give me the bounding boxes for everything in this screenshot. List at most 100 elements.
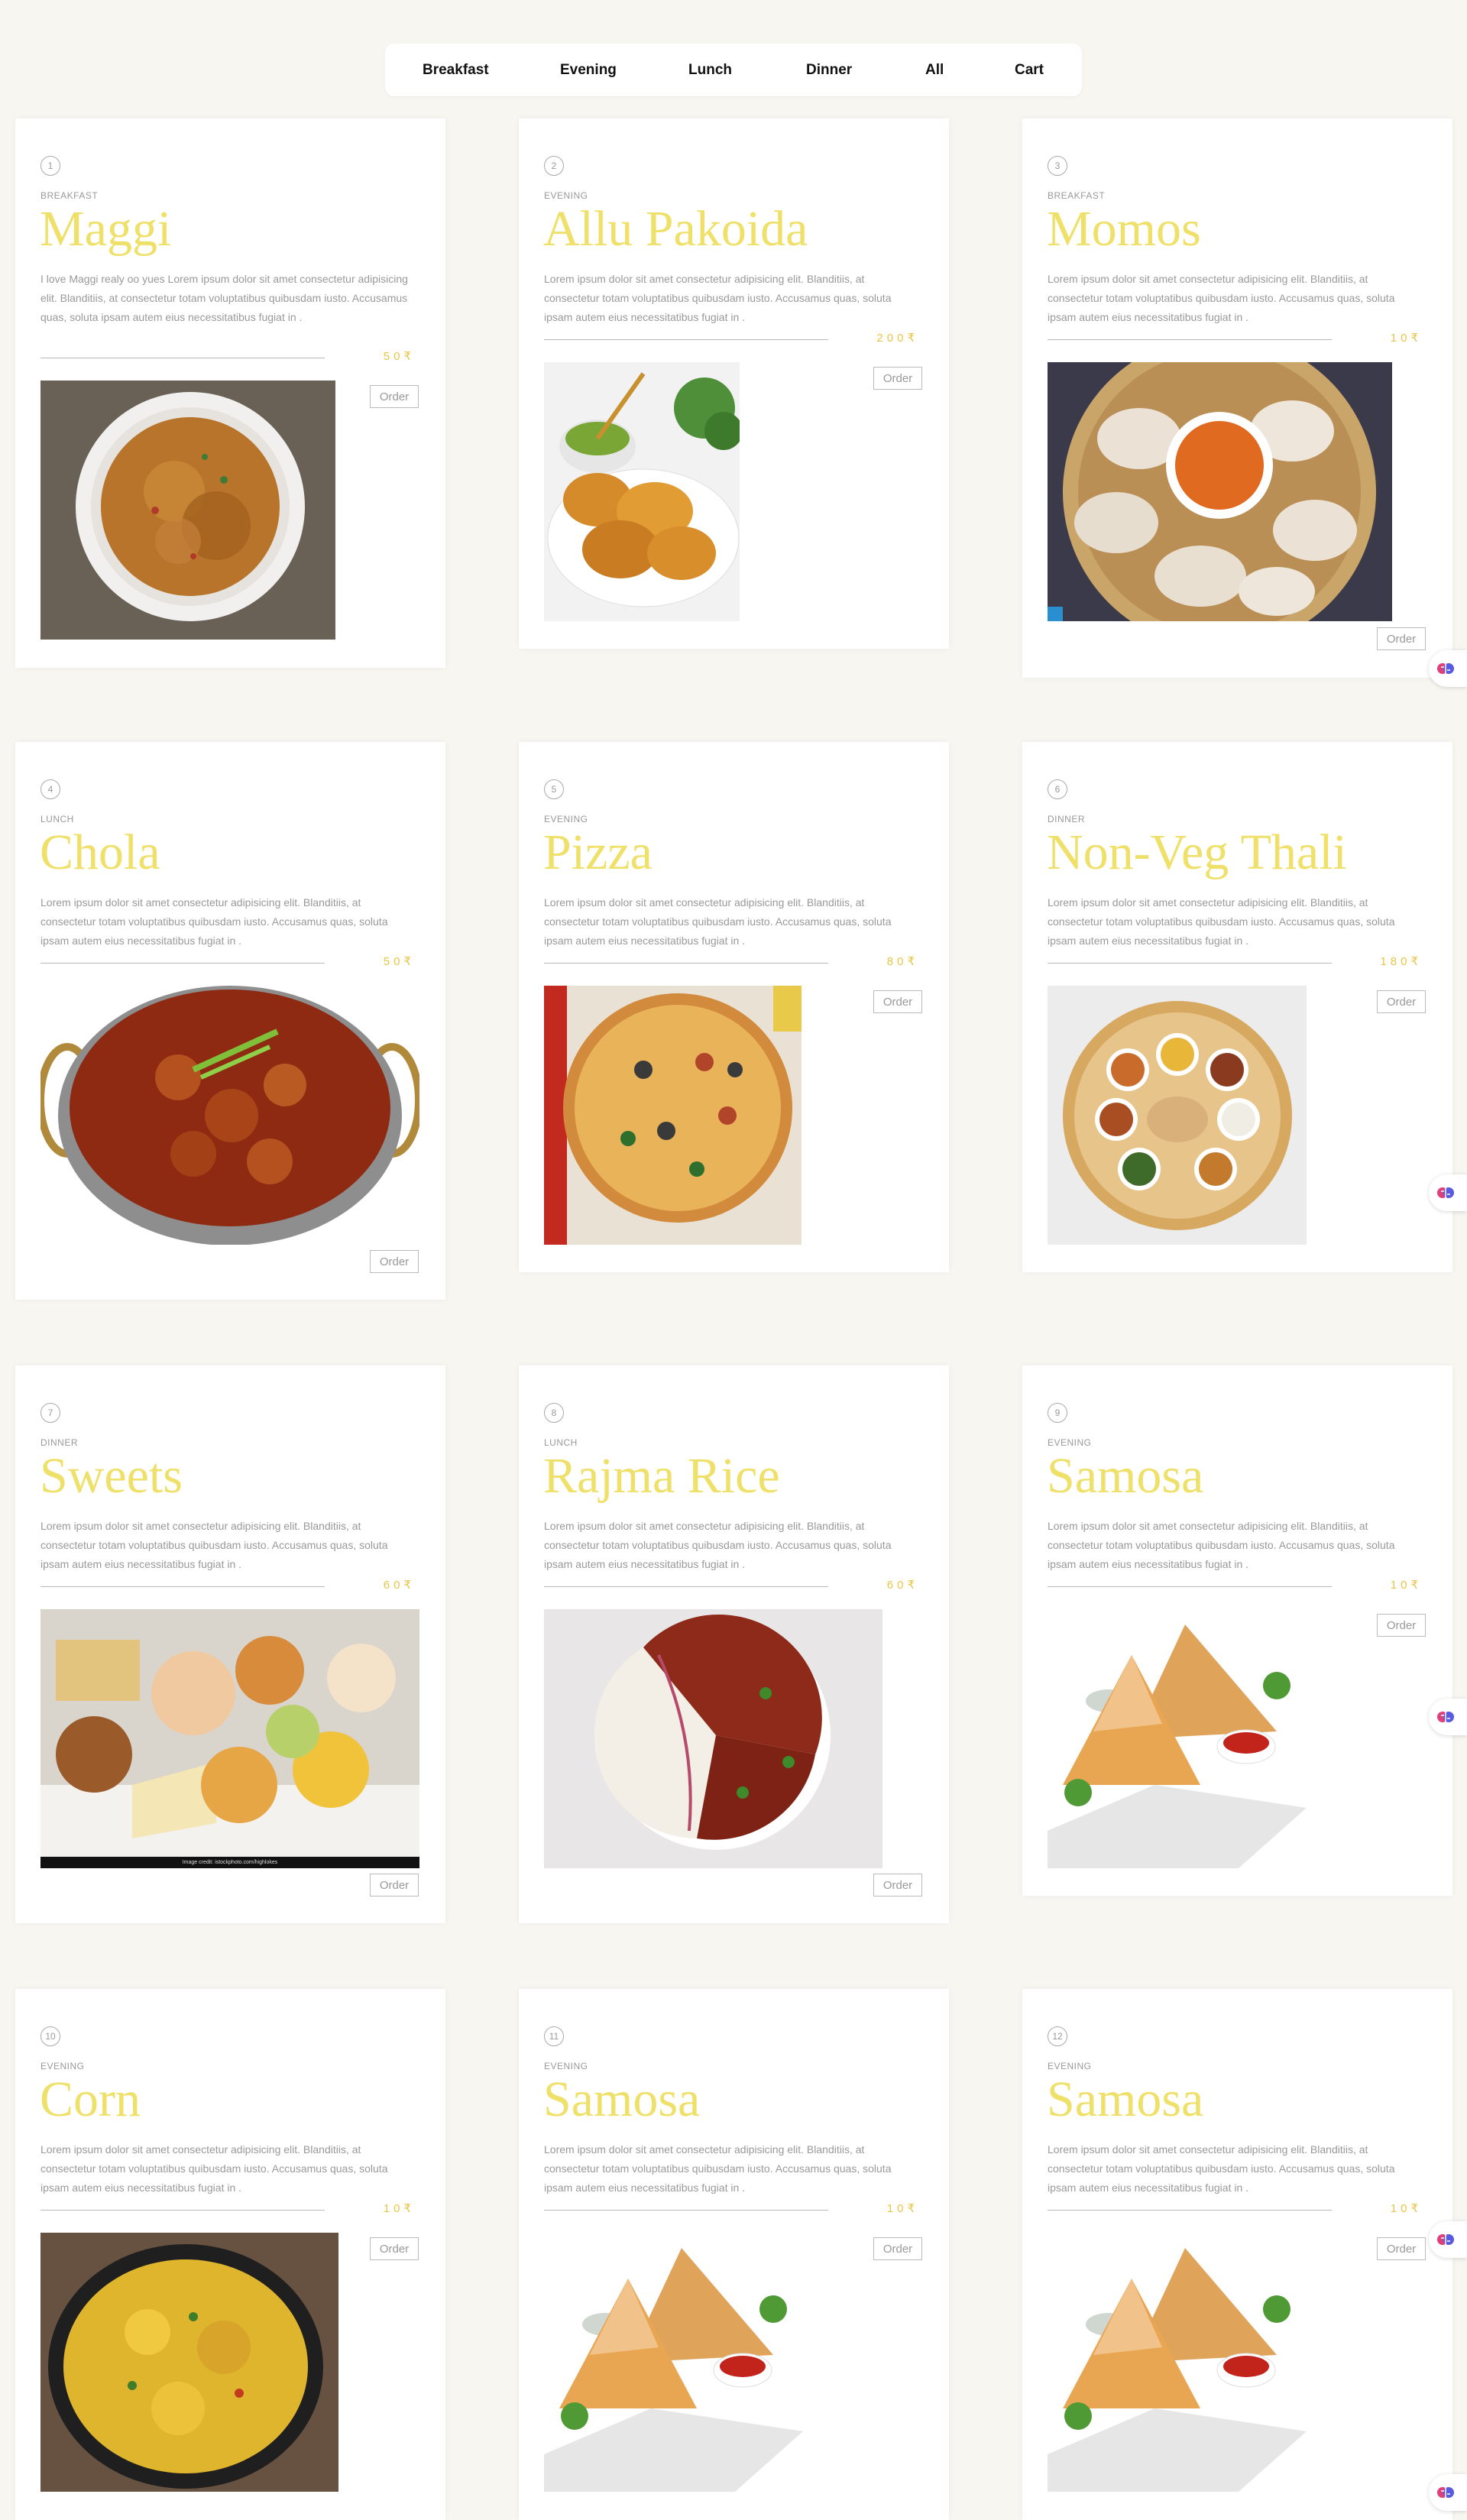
order-button[interactable]: Order [370,1874,419,1896]
item-price: 10₹ [1390,1579,1422,1592]
side-widget-button[interactable] [1429,1699,1467,1735]
item-title: Corn [40,2071,141,2127]
divider [544,339,828,340]
item-category: DINNER [1048,814,1086,824]
samosa-photo [1048,1609,1307,1868]
order-button[interactable]: Order [1377,990,1426,1013]
item-number: 5 [544,779,564,799]
item-title: Rajma Rice [543,1448,780,1504]
divider [1048,339,1332,340]
item-description: Lorem ipsum dolor sit amet consectetur a… [40,1520,388,1570]
corn-photo [40,2233,338,2492]
item-category: EVENING [1048,1437,1092,1448]
menu-card-rajma-rice: 8 LUNCH Rajma Rice Lorem ipsum dolor sit… [519,1365,949,1923]
menu-card-sweets: 7 DINNER Sweets Lorem ipsum dolor sit am… [15,1365,445,1923]
nav-dinner[interactable]: Dinner [806,44,852,96]
nav-lunch[interactable]: Lunch [688,44,732,96]
divider [40,963,325,964]
item-title: Chola [40,824,160,880]
menu-card-maggi: 1 BREAKFAST Maggi I love Maggi realy oo … [15,118,445,668]
item-number: 4 [40,779,60,799]
side-widget-button[interactable] [1429,2474,1467,2511]
menu-card-samosa-2: 11 EVENING Samosa Lorem ipsum dolor sit … [519,1989,949,2520]
photo-credit: Image credit: istockphoto.com/highlokes [40,1857,419,1868]
nav-all[interactable]: All [925,44,944,96]
samosa-photo [544,2233,803,2492]
item-description: I love Maggi realy oo yues Lorem ipsum d… [40,273,408,323]
item-price: 10₹ [886,2202,918,2215]
samosa-photo [1048,2233,1307,2492]
divider [1048,1586,1332,1587]
nav-evening[interactable]: Evening [560,44,617,96]
item-description: Lorem ipsum dolor sit amet consectetur a… [1048,896,1395,947]
divider [40,1586,325,1587]
item-number: 11 [544,2026,564,2046]
item-number: 2 [544,156,564,176]
order-button[interactable]: Order [873,1874,922,1896]
order-button[interactable]: Order [370,2237,419,2260]
order-button[interactable]: Order [873,2237,922,2260]
item-price: 60₹ [886,1579,918,1592]
item-title: Sweets [40,1448,183,1504]
brain-icon [1437,663,1454,674]
brain-icon [1437,2487,1454,2498]
brain-icon [1437,1712,1454,1722]
side-widget-button[interactable] [1429,650,1467,687]
item-category: DINNER [40,1437,79,1448]
item-title: Samosa [1047,2071,1204,2127]
divider [40,2210,325,2211]
allu-pakoida-photo [544,362,740,621]
item-price: 10₹ [1390,332,1422,345]
item-description: Lorem ipsum dolor sit amet consectetur a… [40,2143,388,2194]
order-button[interactable]: Order [873,990,922,1013]
item-category: BREAKFAST [1048,190,1106,201]
item-category: LUNCH [40,814,74,824]
item-number: 9 [1048,1403,1067,1423]
item-price: 50₹ [383,955,415,968]
pizza-photo [544,986,802,1245]
menu-card-samosa-3: 12 EVENING Samosa Lorem ipsum dolor sit … [1022,1989,1452,2520]
item-title: Maggi [40,201,172,257]
item-description: Lorem ipsum dolor sit amet consectetur a… [544,1520,892,1570]
divider [544,963,828,964]
side-widget-button[interactable] [1429,1174,1467,1211]
order-button[interactable]: Order [1377,2237,1426,2260]
item-price: 180₹ [1380,955,1422,968]
brain-icon [1437,2234,1454,2245]
maggi-photo [40,381,335,640]
item-title: Momos [1047,201,1201,257]
sweets-photo: Image credit: istockphoto.com/highlokes [40,1609,419,1868]
divider [1048,2210,1332,2211]
item-number: 12 [1048,2026,1067,2046]
item-title: Allu Pakoida [543,201,808,257]
nav-cart[interactable]: Cart [1015,44,1044,96]
item-description: Lorem ipsum dolor sit amet consectetur a… [1048,1520,1395,1570]
momos-photo [1048,362,1392,621]
menu-card-chola: 4 LUNCH Chola Lorem ipsum dolor sit amet… [15,742,445,1300]
order-button[interactable]: Order [1377,1614,1426,1637]
item-number: 8 [544,1403,564,1423]
item-number: 6 [1048,779,1067,799]
menu-card-non-veg-thali: 6 DINNER Non-Veg Thali Lorem ipsum dolor… [1022,742,1452,1272]
order-button[interactable]: Order [370,385,419,408]
item-title: Pizza [543,824,653,880]
nav-breakfast[interactable]: Breakfast [423,44,489,96]
item-number: 3 [1048,156,1067,176]
item-price: 60₹ [383,1579,415,1592]
category-nav: Breakfast Evening Lunch Dinner All Cart [385,44,1082,96]
order-button[interactable]: Order [370,1250,419,1273]
item-description: Lorem ipsum dolor sit amet consectetur a… [1048,2143,1395,2194]
item-category: LUNCH [544,1437,578,1448]
item-price: 50₹ [383,350,415,363]
order-button[interactable]: Order [873,367,922,390]
divider [544,1586,828,1587]
item-category: EVENING [544,814,588,824]
item-price: 10₹ [383,2202,415,2215]
rajma-rice-photo [544,1609,882,1868]
divider [544,2210,828,2211]
item-price: 80₹ [886,955,918,968]
side-widget-button[interactable] [1429,2221,1467,2258]
order-button[interactable]: Order [1377,627,1426,650]
menu-card-momos: 3 BREAKFAST Momos Lorem ipsum dolor sit … [1022,118,1452,678]
item-title: Samosa [1047,1448,1204,1504]
